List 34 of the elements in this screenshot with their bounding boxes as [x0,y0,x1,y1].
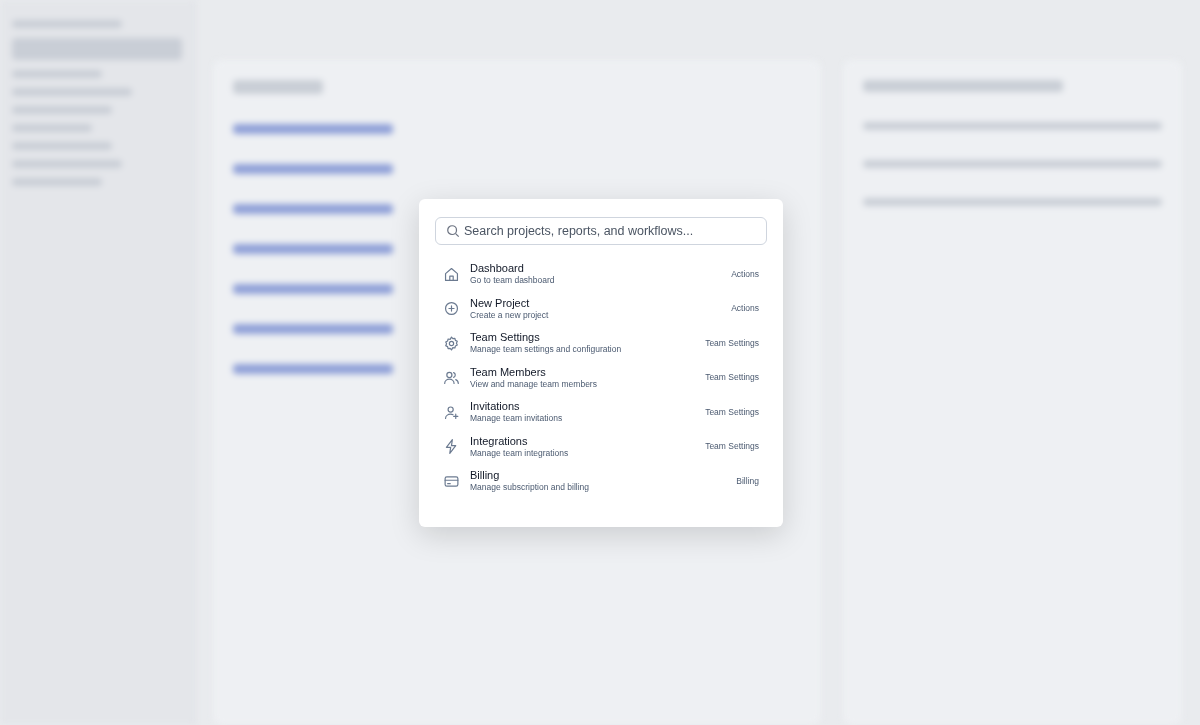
user-plus-icon [443,403,460,421]
item-category: Billing [736,474,759,488]
command-item[interactable]: Team Members View and manage team members Team Settings [435,360,767,395]
item-category: Team Settings [705,440,759,454]
item-description: Go to team dashboard [470,275,555,287]
item-title: Team Members [470,365,547,379]
command-item[interactable]: Billing Manage subscription and billing Billing [435,464,767,499]
plus-circle-icon [443,300,460,318]
item-title: Billing [470,469,501,483]
item-category: Team Settings [705,371,759,385]
command-item[interactable]: Invitations Manage team invitations Team Settings [435,395,767,430]
command-item[interactable]: New Project Create a new project Actions [435,291,767,326]
command-item[interactable]: Dashboard Go to team dashboard Actions [435,257,767,292]
item-category: Team Settings [705,405,759,419]
item-title: Integrations [470,434,529,448]
item-category: Team Settings [705,336,759,350]
item-description: View and manage team members [470,378,597,390]
item-title: Invitations [470,400,521,414]
item-description: Manage subscription and billing [470,482,590,494]
gear-icon [443,334,460,352]
item-title: New Project [470,296,531,310]
item-description: Manage team invitations [470,413,563,425]
item-category: Actions [731,267,759,281]
users-icon [443,369,460,387]
search-field[interactable]: Search projects, reports, and workflows... [435,217,767,245]
item-description: Manage team settings and configuration [470,344,622,356]
item-title: Team Settings [470,331,541,345]
item-title: Dashboard [470,262,525,276]
command-item[interactable]: Team Settings Manage team settings and configuration Team Settings [435,326,767,361]
house-icon [443,265,460,283]
item-description: Manage team integrations [470,447,569,459]
item-category: Actions [731,302,759,316]
command-item[interactable]: Integrations Manage team integrations Team Settings [435,429,767,464]
item-description: Create a new project [470,309,549,321]
